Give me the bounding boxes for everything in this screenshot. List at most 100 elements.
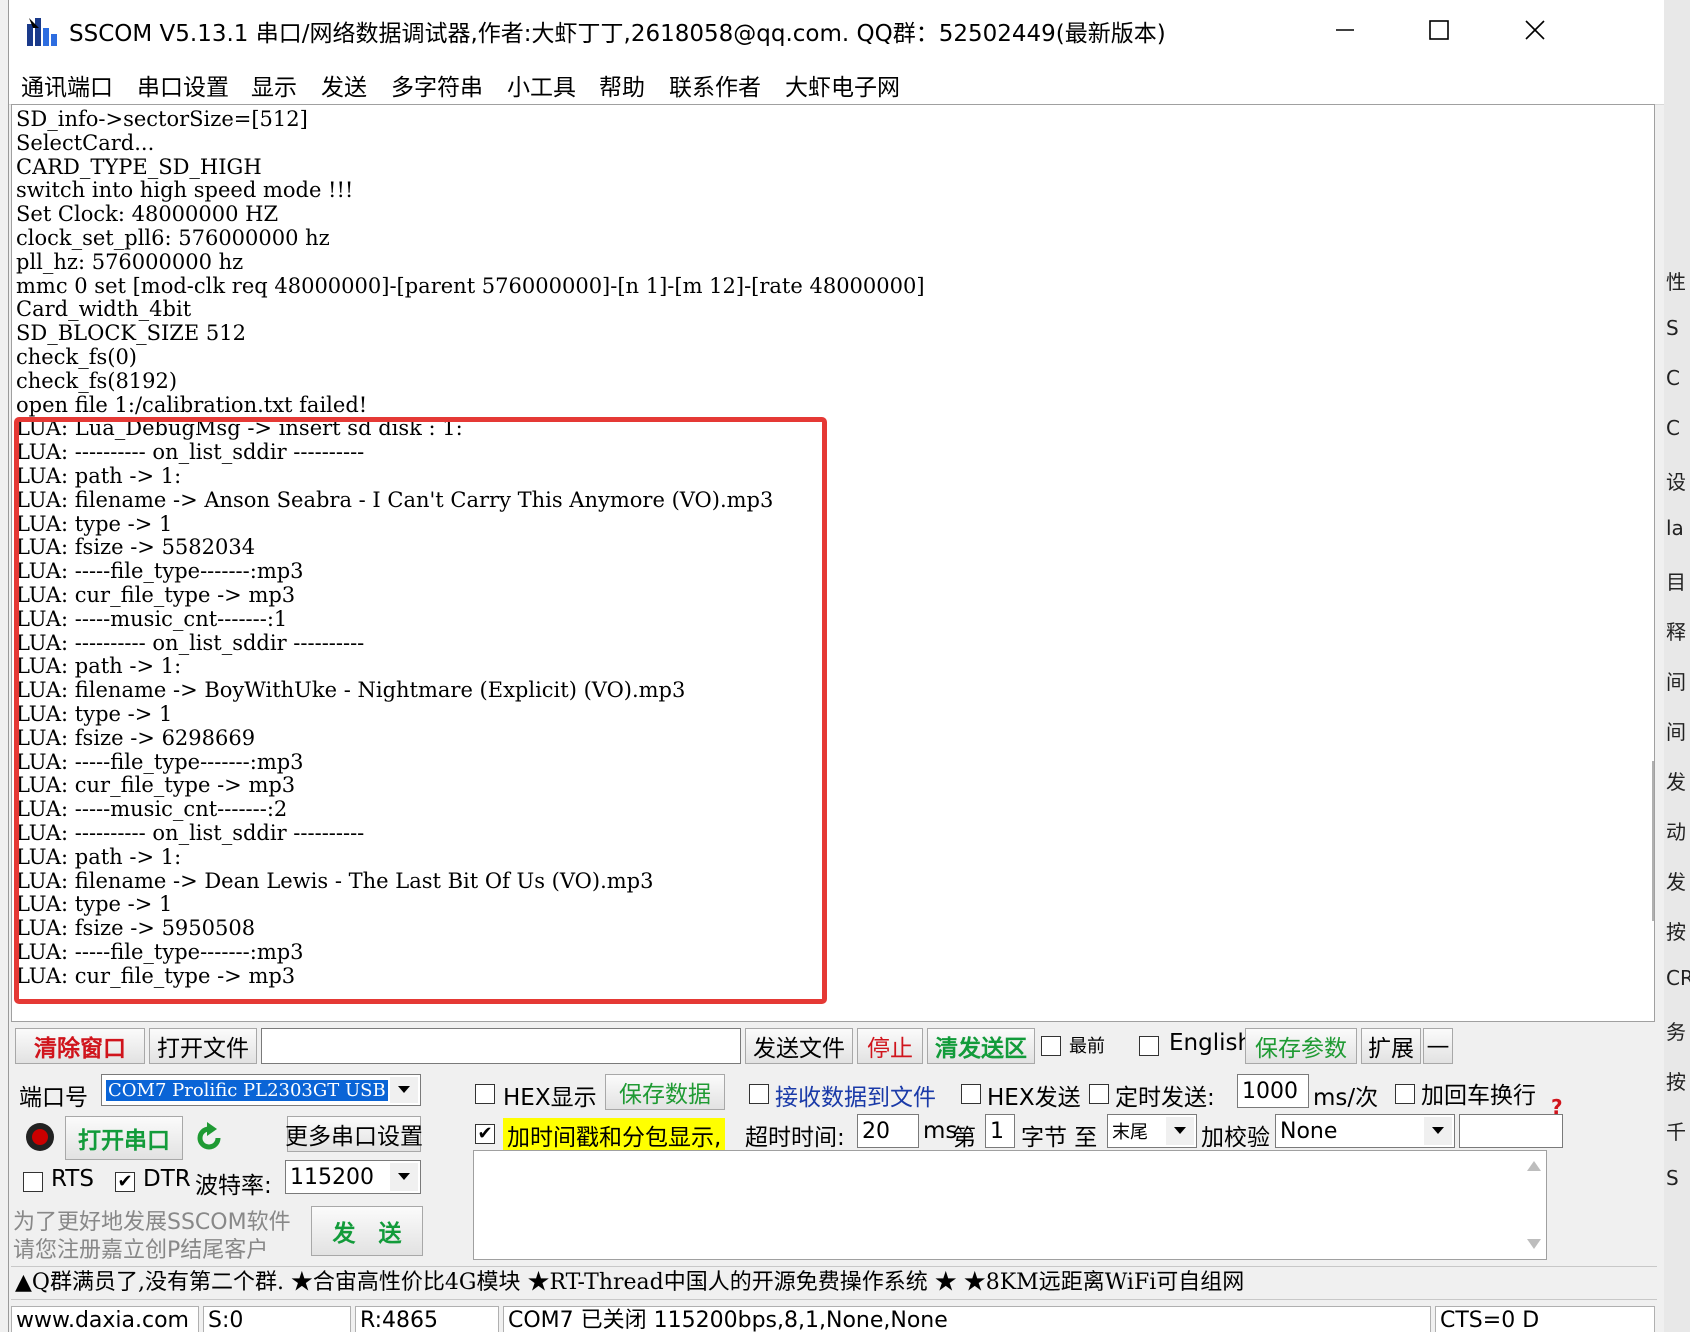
status-port-info: COM7 已关闭 115200bps,8,1,None,None — [503, 1306, 1431, 1332]
log-line: open file 1:/calibration.txt failed! — [16, 392, 368, 417]
expand-button[interactable]: 扩展 — [1361, 1028, 1421, 1064]
title-bar: SSCOM V5.13.1 串口/网络数据调试器,作者:大虾丁丁,2618058… — [9, 0, 1665, 60]
send-text-area[interactable] — [473, 1150, 1547, 1260]
background-window-glyph: 千 — [1666, 1120, 1686, 1144]
dtr-label: DTR — [143, 1166, 191, 1192]
refresh-icon[interactable] — [191, 1120, 227, 1156]
app-logo-icon — [27, 18, 57, 46]
chevron-down-icon — [390, 1163, 418, 1191]
background-window-glyph: 发 — [1666, 870, 1686, 894]
timeout-label: 超时时间: — [745, 1125, 845, 1151]
background-window-glyph: 目 — [1666, 570, 1686, 594]
sscom-window: SSCOM V5.13.1 串口/网络数据调试器,作者:大虾丁丁,2618058… — [8, 0, 1666, 1332]
background-window-glyph: 发 — [1666, 770, 1686, 794]
send-button[interactable]: 发 送 — [311, 1206, 423, 1256]
checksum-extra-field[interactable] — [1459, 1114, 1563, 1148]
log-line: SD_BLOCK_SIZE 512 — [16, 321, 246, 346]
byte-from-label: 第 — [953, 1125, 976, 1151]
background-window-glyph: 按 — [1666, 920, 1686, 944]
log-line: Set Clock: 48000000 HZ — [16, 202, 279, 227]
hex-display-checkbox[interactable] — [475, 1084, 495, 1104]
file-path-input[interactable] — [261, 1028, 741, 1064]
close-button[interactable] — [1505, 6, 1565, 54]
menu-daxia-site[interactable]: 大虾电子网 — [785, 68, 900, 102]
hex-send-checkbox[interactable] — [961, 1084, 981, 1104]
checksum-value: None — [1280, 1118, 1338, 1144]
english-checkbox[interactable] — [1139, 1036, 1159, 1056]
background-window-glyph: 性 — [1666, 270, 1686, 294]
interval-input[interactable]: 1000 — [1237, 1074, 1309, 1108]
svg-text:?: ? — [1551, 1096, 1563, 1118]
log-line: CARD_TYPE_SD_HIGH — [16, 154, 262, 179]
scroll-down-icon[interactable] — [1526, 1237, 1542, 1251]
log-line: check_fs(0) — [16, 345, 137, 369]
scroll-up-icon[interactable] — [1526, 1159, 1542, 1173]
status-sent-count: S:0 — [203, 1306, 351, 1332]
menu-display[interactable]: 显示 — [251, 68, 297, 102]
more-serial-settings-button[interactable]: 更多串口设置 — [285, 1116, 423, 1152]
menu-tools[interactable]: 小工具 — [507, 68, 576, 102]
dtr-checkbox[interactable]: ✔ — [115, 1172, 135, 1192]
receive-text-area[interactable]: SD_info->sectorSize=[512] SelectCard... CA… — [11, 104, 1655, 1022]
clear-window-button[interactable]: 清除窗口 — [15, 1028, 145, 1064]
background-window-strip: 性 S C C 设 la 目释间间发动发按 CR 务按千 S — [1664, 0, 1690, 1332]
english-label: English — [1169, 1030, 1253, 1056]
clear-send-area-button[interactable]: 清发送区 — [927, 1028, 1035, 1064]
menu-bar: 通讯端口 串口设置 显示 发送 多字符串 小工具 帮助 联系作者 大虾电子网 — [9, 60, 1665, 105]
timed-send-checkbox[interactable] — [1089, 1084, 1109, 1104]
collapse-button[interactable]: — — [1423, 1028, 1453, 1064]
stop-button[interactable]: 停止 — [857, 1028, 923, 1064]
maximize-icon — [1429, 20, 1449, 40]
timestamp-checkbox[interactable]: ✔ — [475, 1124, 495, 1144]
background-window-glyph: 间 — [1666, 670, 1686, 694]
status-website[interactable]: www.daxia.com — [11, 1306, 199, 1332]
port-status-indicator-icon — [26, 1123, 54, 1151]
baud-label: 波特率: — [195, 1173, 272, 1199]
hex-display-label: HEX显示 — [503, 1085, 597, 1111]
background-window-glyph: 动 — [1666, 820, 1686, 844]
news-ticker[interactable]: ▲Q群满员了,没有第二个群. ★合宙高性价比4G模块 ★RT-Thread中国人… — [11, 1266, 1657, 1300]
timeout-input[interactable]: 20 — [857, 1114, 919, 1148]
open-port-button[interactable]: 打开串口 — [65, 1116, 183, 1160]
menu-contact-author[interactable]: 联系作者 — [669, 68, 761, 102]
menu-serial-settings[interactable]: 串口设置 — [137, 68, 229, 102]
status-cts: CTS=0 D — [1435, 1306, 1655, 1332]
menu-comm-port[interactable]: 通讯端口 — [21, 68, 113, 102]
menu-help[interactable]: 帮助 — [599, 68, 645, 102]
save-params-button[interactable]: 保存参数 — [1245, 1028, 1357, 1064]
byte-to-label: 字节 至 — [1021, 1125, 1098, 1151]
save-data-button[interactable]: 保存数据 — [605, 1074, 725, 1110]
receive-scrollbar[interactable] — [1652, 761, 1654, 921]
append-crlf-checkbox[interactable] — [1395, 1084, 1415, 1104]
log-line: SD_info->sectorSize=[512] — [16, 107, 308, 131]
send-file-button[interactable]: 发送文件 — [745, 1028, 853, 1064]
log-line: Card_width_4bit — [16, 297, 192, 322]
background-window-glyph: C — [1666, 416, 1680, 440]
byte-to-select[interactable]: 末尾 — [1107, 1114, 1197, 1148]
maximize-button[interactable] — [1409, 6, 1469, 54]
background-window-glyph: 设 — [1666, 470, 1686, 494]
recv-to-file-checkbox[interactable] — [749, 1084, 769, 1104]
minimize-button[interactable] — [1315, 6, 1375, 54]
log-line: check_fs(8192) — [16, 368, 178, 393]
topmost-label: 最前 — [1069, 1036, 1105, 1057]
open-file-button[interactable]: 打开文件 — [149, 1028, 257, 1064]
status-received-count: R:4865 — [355, 1306, 499, 1332]
menu-send[interactable]: 发送 — [321, 68, 367, 102]
rts-checkbox[interactable] — [23, 1172, 43, 1192]
chevron-down-icon — [390, 1077, 418, 1103]
port-select[interactable]: COM7 Prolific PL2303GT USB — [101, 1074, 421, 1106]
append-crlf-label: 加回车换行 — [1421, 1083, 1536, 1109]
byte-from-input[interactable]: 1 — [985, 1114, 1015, 1148]
topmost-checkbox[interactable] — [1041, 1036, 1061, 1056]
chevron-down-icon — [1424, 1117, 1452, 1145]
checksum-select[interactable]: None — [1275, 1114, 1455, 1148]
timestamp-label: 加时间戳和分包显示, — [503, 1118, 726, 1152]
menu-multi-string[interactable]: 多字符串 — [391, 68, 483, 102]
promo-line-2: 请您注册嘉立创P结尾客户 — [13, 1238, 269, 1263]
help-question-icon[interactable]: ? — [1549, 1096, 1567, 1118]
hex-send-label: HEX发送 — [987, 1085, 1081, 1111]
background-window-glyph: 务 — [1666, 1020, 1686, 1044]
baud-select[interactable]: 115200 — [285, 1160, 421, 1194]
recv-to-file-label[interactable]: 接收数据到文件 — [775, 1078, 936, 1112]
